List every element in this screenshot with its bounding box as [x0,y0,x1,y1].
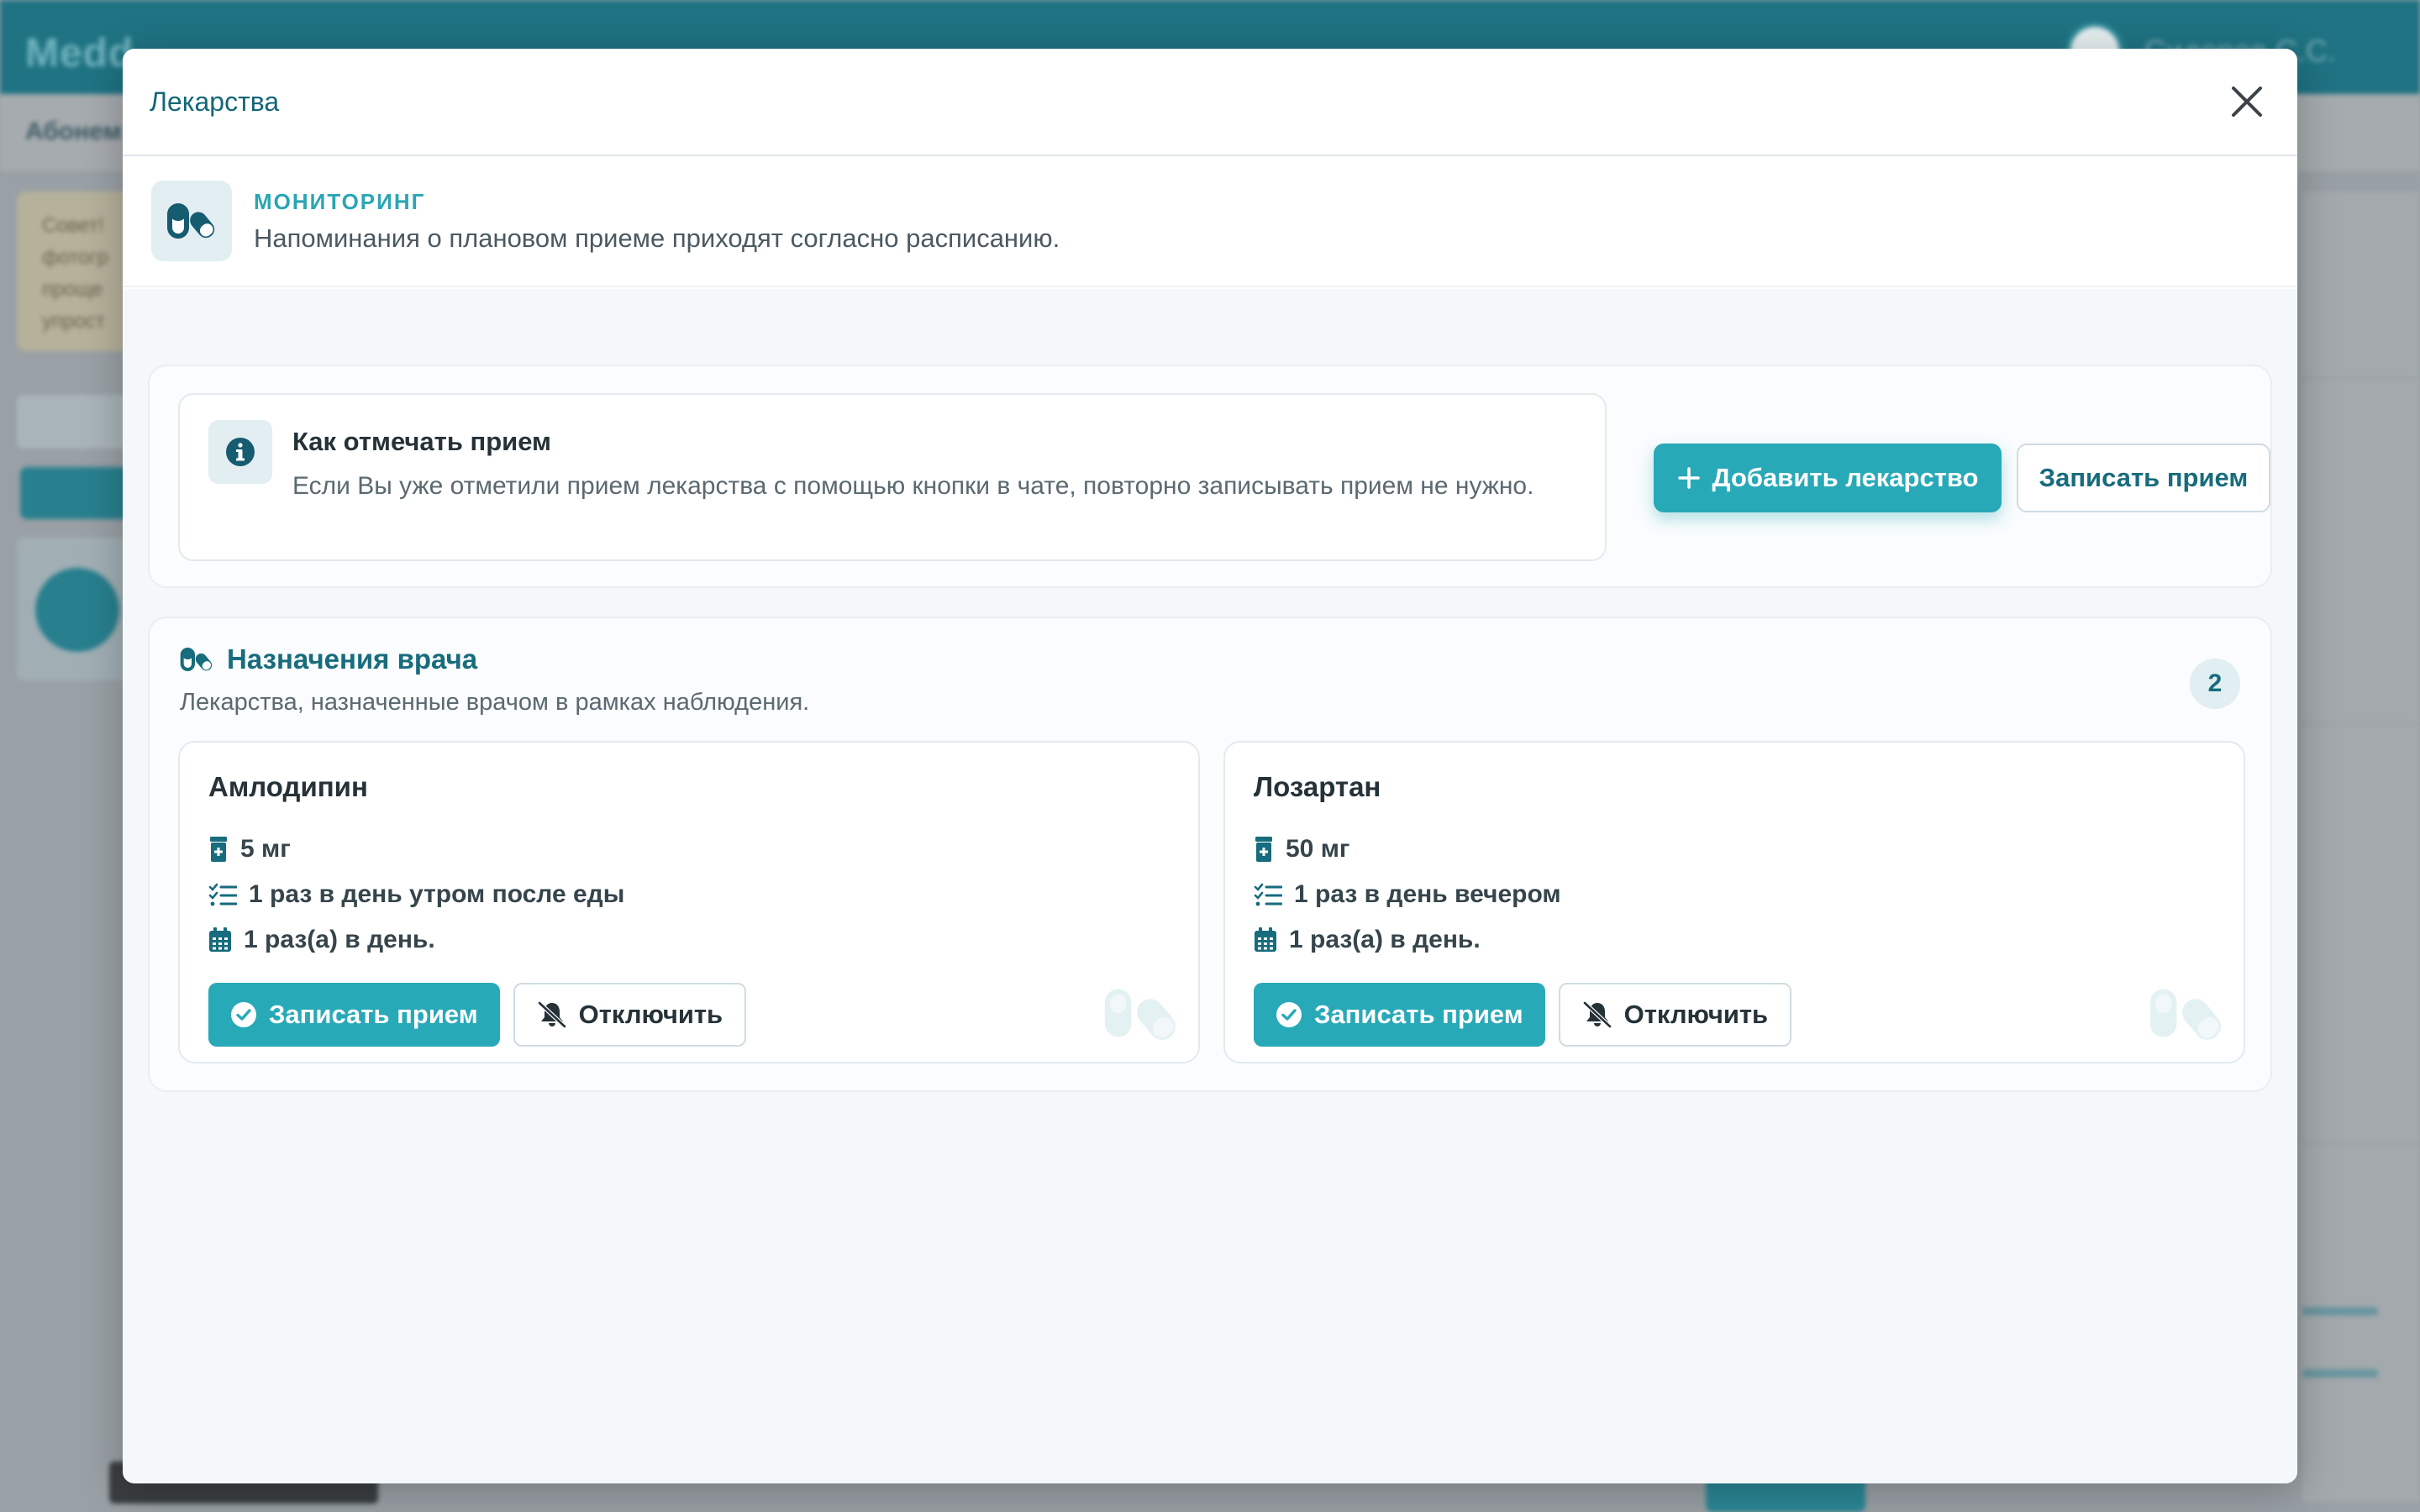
check-circle-icon [231,1002,256,1027]
info-body: Как отмечать прием Если Вы уже отметили … [292,420,1536,534]
banner-icon-box [151,181,232,261]
schedule-row: 1 раз в день утром после еды [208,872,1170,917]
pills-watermark-icon [1104,989,1176,1040]
record-intake-label: Записать прием [1314,1000,1523,1029]
disable-reminder-label: Отключить [578,1000,723,1029]
disable-reminder-button[interactable]: Отключить [513,983,747,1047]
banner-text: МОНИТОРИНГ Напоминания о плановом приеме… [254,189,1060,254]
bg-divider [2302,1142,2420,1144]
disable-reminder-label: Отключить [1623,1000,1769,1029]
app-logo: Medd [25,31,134,76]
list-check-icon [208,883,237,906]
bg-link [2302,1369,2378,1378]
section-subtitle: Лекарства, назначенные врачом в рамках н… [180,689,810,716]
bg-divider [2302,722,2420,724]
medication-actions: Записать прием Отключить [208,983,1170,1047]
frequency-row: 1 раз(а) в день. [1254,917,2215,963]
dose-row: 50 мг [1254,827,2215,872]
record-intake-button[interactable]: Записать прием [208,983,500,1047]
bg-divider [2302,378,2420,380]
info-icon-box [208,420,272,484]
plus-icon [1677,467,1700,489]
medication-card: Лозартан 50 мг 1 раз в день вечером 1 ра… [1223,741,2245,1063]
medication-actions: Записать прием Отключить [1254,983,2215,1047]
check-circle-icon [1276,1002,1302,1027]
medication-card: Амлодипин 5 мг 1 раз в день утром после … [178,741,1200,1063]
schedule-text: 1 раз в день вечером [1294,880,1561,908]
bg-link [2302,1307,2378,1315]
add-medication-label: Добавить лекарство [1712,463,1979,492]
frequency-text: 1 раз(а) в день. [244,926,435,953]
pills-icon [167,203,215,239]
medication-name: Амлодипин [208,771,368,802]
frequency-text: 1 раз(а) в день. [1289,926,1481,953]
banner-description: Напоминания о плановом приеме приходят с… [254,223,1060,253]
info-title: Как отмечать прием [292,427,551,456]
modal-header: Лекарства [123,49,2297,156]
dose-row: 5 мг [208,827,1170,872]
bell-slash-icon [537,1000,567,1029]
schedule-row: 1 раз в день вечером [1254,872,2215,917]
list-check-icon [1254,883,1282,906]
calendar-icon [1255,927,1276,952]
medications-modal: Лекарства МОНИТОРИНГ Напоминания о плано… [123,49,2297,1483]
section-title: Назначения врача [227,643,478,675]
how-to-record-section: Как отмечать прием Если Вы уже отметили … [148,365,2272,588]
schedule-text: 1 раз в день утром после еды [249,880,625,908]
pills-watermark-icon [2149,989,2221,1040]
monitoring-banner: МОНИТОРИНГ Напоминания о плановом приеме… [123,156,2297,287]
info-card: Как отмечать прием Если Вы уже отметили … [178,393,1607,561]
record-intake-button[interactable]: Записать прием [2017,444,2270,512]
record-intake-button[interactable]: Записать прием [1254,983,1545,1047]
bell-slash-icon [1582,1000,1612,1029]
info-text: Если Вы уже отметили прием лекарства с п… [292,472,1534,500]
disable-reminder-button[interactable]: Отключить [1558,983,1792,1047]
app-subtitle: Абонем [25,118,122,145]
modal-title: Лекарства [150,86,280,117]
doctor-prescriptions-section: Назначения врача Лекарства, назначенные … [148,617,2272,1092]
close-button[interactable] [2223,78,2270,125]
bg-avatar-circle [35,568,119,652]
banner-label: МОНИТОРИНГ [254,188,426,214]
section-title-row: Назначения врача [180,643,477,675]
info-icon [226,438,255,466]
prescriptions-count-badge: 2 [2190,659,2240,709]
close-icon [2232,87,2262,117]
tip-text: Совет! фотогр проще упрост [42,214,108,333]
dose-text: 50 мг [1286,835,1350,863]
calendar-icon [209,927,231,952]
frequency-row: 1 раз(а) в день. [208,917,1170,963]
add-medication-button[interactable]: Добавить лекарство [1654,444,2002,512]
modal-content: Как отмечать прием Если Вы уже отметили … [123,289,2297,1483]
pill-bottle-icon [1255,837,1272,862]
pill-bottle-icon [210,837,227,862]
pills-icon [180,648,213,671]
medication-name: Лозартан [1254,771,1381,802]
dose-text: 5 мг [240,835,291,863]
record-intake-label: Записать прием [269,1000,478,1029]
bg-right-panel [2302,192,2420,1502]
